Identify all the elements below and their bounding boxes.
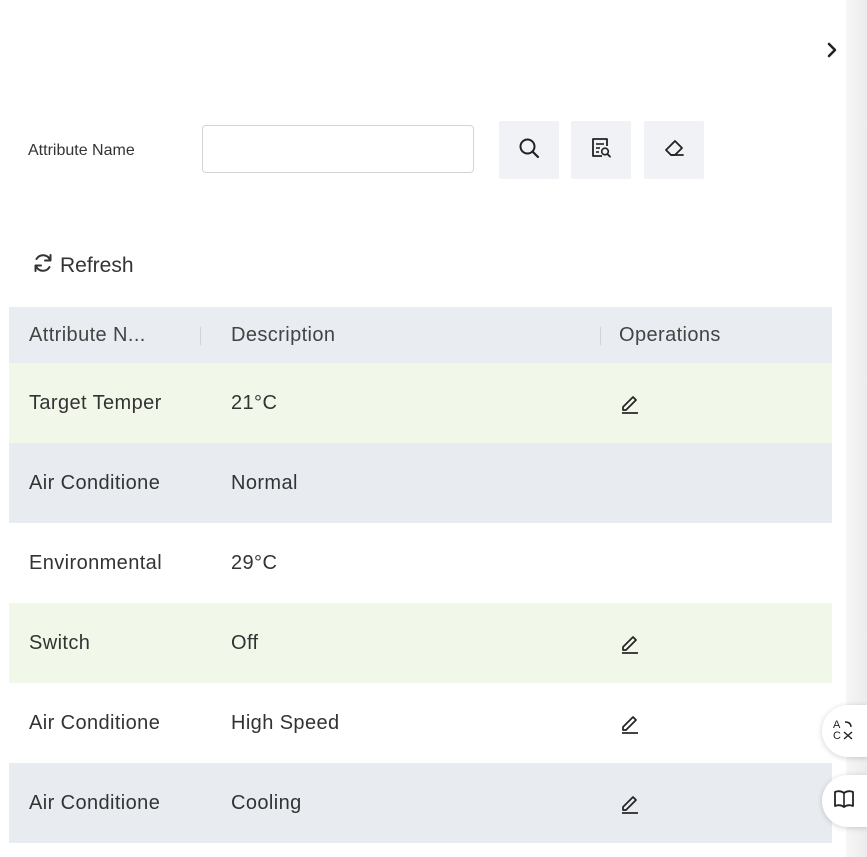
filter-bar: Attribute Name xyxy=(28,121,704,179)
attributes-table: Attribute N... Description Operations Ta… xyxy=(9,307,832,843)
description-cell: High Speed xyxy=(231,711,340,734)
table-row[interactable]: Environmental 29°C xyxy=(9,523,832,603)
column-header-operations[interactable]: Operations xyxy=(601,307,832,363)
column-separator xyxy=(200,327,201,345)
attribute-name-cell: Air Conditione xyxy=(29,791,161,814)
table-row[interactable]: Air Conditione Normal xyxy=(9,443,832,523)
attribute-name-input[interactable] xyxy=(202,125,474,173)
attribute-name-cell: Air Conditione xyxy=(29,711,161,734)
chevron-right-icon xyxy=(826,42,838,63)
translate-icon: AC xyxy=(832,717,856,746)
book-icon xyxy=(832,787,856,816)
edit-icon[interactable] xyxy=(619,712,641,734)
document-search-icon xyxy=(590,137,612,164)
table-row[interactable]: Switch Off xyxy=(9,603,832,683)
operations-cell xyxy=(601,712,832,734)
table-row[interactable]: Target Temper 21°C xyxy=(9,363,832,443)
eraser-icon xyxy=(663,137,685,164)
operations-cell xyxy=(601,392,832,414)
collapse-panel-button[interactable] xyxy=(822,40,842,64)
operations-cell xyxy=(601,632,832,654)
table-row[interactable]: Air Conditione Cooling xyxy=(9,763,832,843)
refresh-icon xyxy=(32,252,60,280)
description-cell: Normal xyxy=(231,471,298,494)
column-header-attribute-name[interactable]: Attribute N... xyxy=(9,307,221,363)
description-cell: Cooling xyxy=(231,791,302,814)
guide-button[interactable] xyxy=(822,775,867,827)
table-row[interactable]: Air Conditione High Speed xyxy=(9,683,832,763)
refresh-button[interactable]: Refresh xyxy=(32,250,134,282)
svg-text:C: C xyxy=(833,730,841,741)
attribute-name-cell: Air Conditione xyxy=(29,471,161,494)
attribute-name-label: Attribute Name xyxy=(28,142,135,159)
translate-button[interactable]: AC xyxy=(822,705,867,757)
operations-cell xyxy=(601,792,832,814)
search-button[interactable] xyxy=(499,121,559,179)
edit-icon[interactable] xyxy=(619,392,641,414)
attribute-name-cell: Target Temper xyxy=(29,391,162,414)
clear-button[interactable] xyxy=(644,121,704,179)
description-cell: 21°C xyxy=(231,391,278,414)
refresh-label: Refresh xyxy=(60,254,134,277)
attribute-name-cell: Environmental xyxy=(29,551,163,574)
advanced-search-button[interactable] xyxy=(571,121,631,179)
description-cell: Off xyxy=(231,631,259,654)
description-cell: 29°C xyxy=(231,551,278,574)
search-icon xyxy=(517,136,541,165)
attribute-name-cell: Switch xyxy=(29,631,91,654)
table-header: Attribute N... Description Operations xyxy=(9,307,832,363)
column-header-description[interactable]: Description xyxy=(221,307,601,363)
edit-icon[interactable] xyxy=(619,632,641,654)
edit-icon[interactable] xyxy=(619,792,641,814)
